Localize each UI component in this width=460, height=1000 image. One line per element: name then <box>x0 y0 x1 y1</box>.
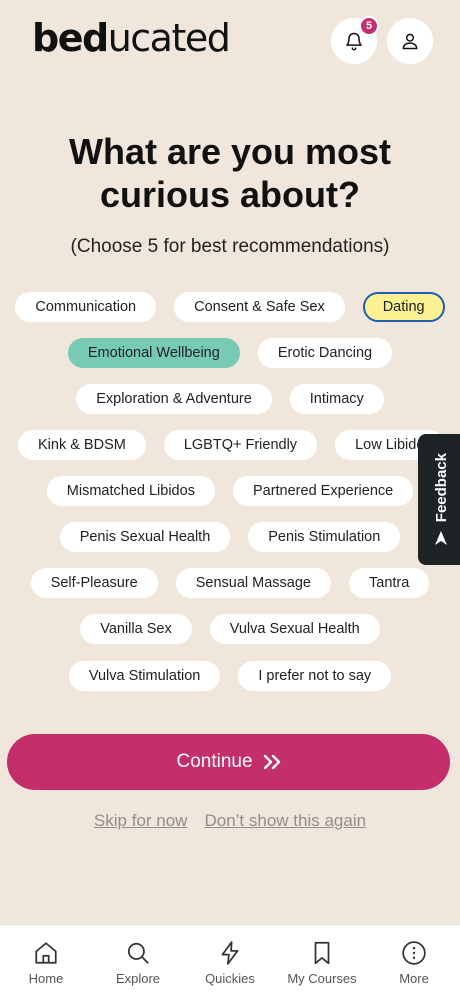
skip-for-now-link[interactable]: Skip for now <box>94 811 188 831</box>
chip-tantra[interactable]: Tantra <box>349 568 430 598</box>
secondary-links: Skip for now Don’t show this again <box>0 811 460 831</box>
nav-more-label: More <box>399 971 429 986</box>
nav-quickies[interactable]: Quickies <box>184 925 276 1000</box>
nav-home-label: Home <box>28 971 64 986</box>
chip-penis-sexual-health[interactable]: Penis Sexual Health <box>59 522 231 552</box>
chip-row-5: Mismatched Libidos Partnered Experience <box>0 476 460 506</box>
nav-explore-label: Explore <box>115 971 161 986</box>
chip-exploration-adventure[interactable]: Exploration & Adventure <box>76 384 272 414</box>
profile-button[interactable] <box>387 18 433 64</box>
chip-sensual-massage[interactable]: Sensual Massage <box>175 568 331 598</box>
nav-quickies-label: Quickies <box>205 971 255 986</box>
chip-row-7: Self-Pleasure Sensual Massage Tantra <box>0 568 460 598</box>
chip-row-3: Exploration & Adventure Intimacy <box>0 384 460 414</box>
logo-bold-part: bed <box>32 16 109 60</box>
chip-row-6: Penis Sexual Health Penis Stimulation <box>0 522 460 552</box>
bell-icon <box>344 31 364 51</box>
chip-prefer-not-to-say[interactable]: I prefer not to say <box>238 661 392 691</box>
chip-erotic-dancing[interactable]: Erotic Dancing <box>257 338 393 368</box>
nav-my-courses-label: My Courses <box>287 971 357 986</box>
chip-consent-safe-sex[interactable]: Consent & Safe Sex <box>174 292 345 322</box>
search-icon <box>125 940 151 966</box>
bookmark-icon <box>309 940 335 966</box>
chip-emotional-wellbeing[interactable]: Emotional Wellbeing <box>67 338 240 368</box>
home-icon <box>33 940 59 966</box>
chip-vanilla-sex[interactable]: Vanilla Sex <box>80 614 192 644</box>
chip-self-pleasure[interactable]: Self-Pleasure <box>30 568 158 598</box>
bottom-navigation: Home Explore Quickies My Courses More <box>0 924 460 1000</box>
chip-penis-stimulation[interactable]: Penis Stimulation <box>248 522 401 552</box>
lightning-icon <box>217 940 243 966</box>
continue-label: Continue <box>176 751 253 772</box>
page-title: What are you most curious about? <box>0 130 460 216</box>
feedback-label: Feedback <box>432 452 450 523</box>
topic-chips: Communication Consent & Safe Sex Dating … <box>0 292 460 692</box>
chip-lgbtq-friendly[interactable]: LGBTQ+ Friendly <box>163 430 318 460</box>
page-subtitle: (Choose 5 for best recommendations) <box>70 236 390 257</box>
chip-intimacy[interactable]: Intimacy <box>289 384 384 414</box>
chip-partnered-experience[interactable]: Partnered Experience <box>232 476 414 506</box>
chip-row-4: Kink & BDSM LGBTQ+ Friendly Low Libido <box>0 430 460 460</box>
chip-mismatched-libidos[interactable]: Mismatched Libidos <box>46 476 215 506</box>
chip-row-2: Emotional Wellbeing Erotic Dancing <box>0 338 460 368</box>
nav-more[interactable]: More <box>368 925 460 1000</box>
chip-vulva-stimulation[interactable]: Vulva Stimulation <box>68 661 221 691</box>
notification-badge: 5 <box>359 16 379 36</box>
notifications-button[interactable]: 5 <box>331 16 379 64</box>
nav-home[interactable]: Home <box>0 925 92 1000</box>
user-icon <box>400 31 420 51</box>
chip-row-9: Vulva Stimulation I prefer not to say <box>0 661 460 691</box>
title-line-1: What are you most <box>68 131 392 172</box>
chip-dating[interactable]: Dating <box>362 292 445 322</box>
chip-communication[interactable]: Communication <box>15 292 157 322</box>
nav-explore[interactable]: Explore <box>92 925 184 1000</box>
logo-light-part: ucated <box>107 16 231 60</box>
send-arrow-icon <box>434 530 448 546</box>
double-chevron-right-icon <box>263 754 281 770</box>
title-line-2: curious about? <box>100 174 360 215</box>
beducated-logo[interactable]: beducated <box>32 16 231 60</box>
chip-row-8: Vanilla Sex Vulva Sexual Health <box>0 614 460 644</box>
chip-kink-bdsm[interactable]: Kink & BDSM <box>18 430 146 460</box>
dont-show-again-link[interactable]: Don’t show this again <box>204 811 366 831</box>
chip-row-1: Communication Consent & Safe Sex Dating <box>0 292 460 322</box>
more-icon <box>401 940 427 966</box>
continue-button[interactable]: Continue <box>7 734 450 790</box>
nav-my-courses[interactable]: My Courses <box>276 925 368 1000</box>
feedback-tab[interactable]: Feedback <box>418 434 460 565</box>
header: beducated 5 <box>0 0 460 86</box>
chip-vulva-sexual-health[interactable]: Vulva Sexual Health <box>209 614 380 644</box>
